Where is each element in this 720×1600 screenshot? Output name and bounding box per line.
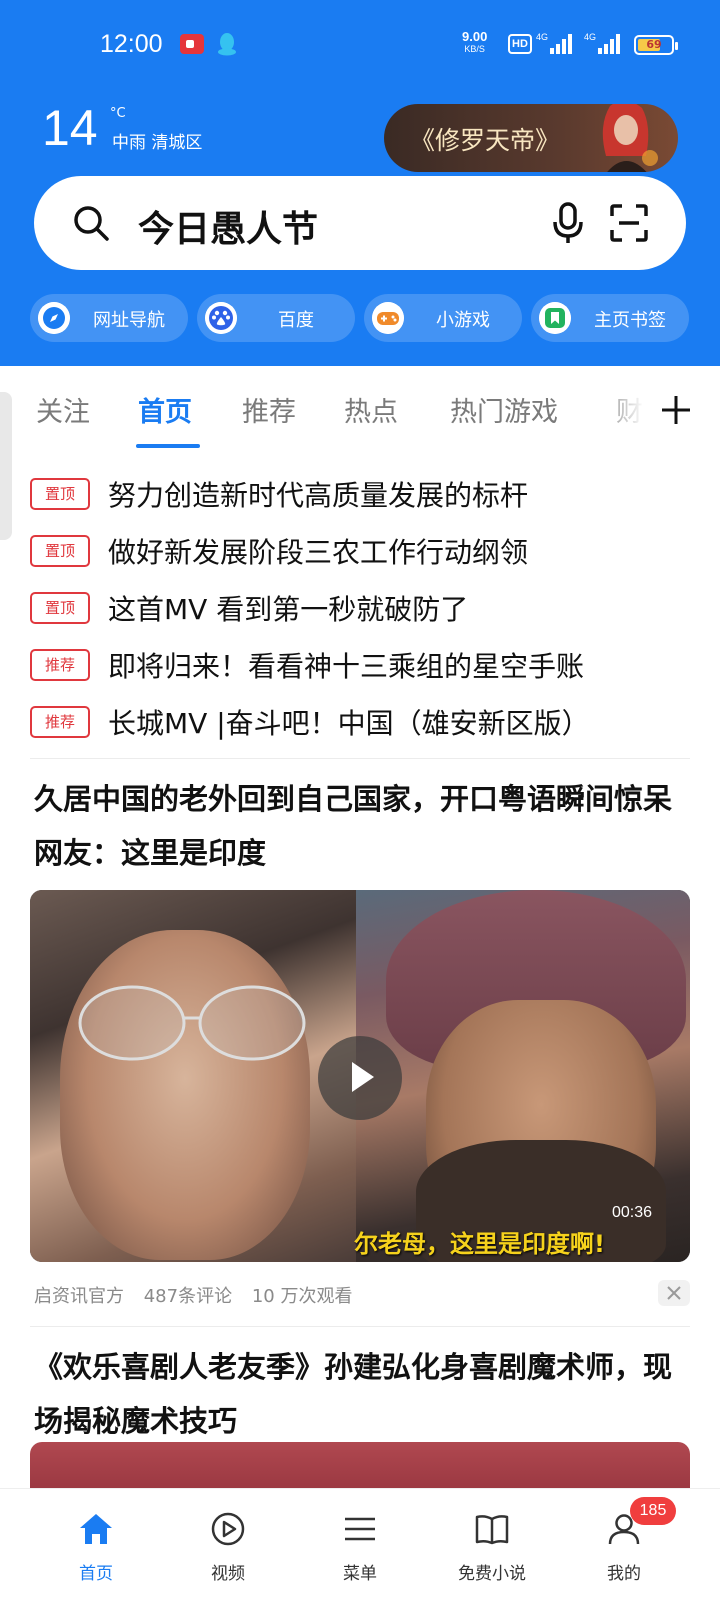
book-icon	[475, 1515, 509, 1545]
nav-label: 首页	[79, 1564, 113, 1584]
microphone-icon[interactable]	[552, 202, 584, 244]
recommend-tag: 推荐	[30, 649, 90, 681]
shortcut-label: 网址导航	[93, 310, 165, 331]
nav-menu[interactable]: 菜单	[288, 1489, 432, 1600]
nav-free-novels[interactable]: 免费小说	[420, 1489, 564, 1600]
tab-fade	[596, 374, 644, 450]
shortcut-label: 主页书签	[594, 310, 666, 331]
battery-level: 69	[646, 38, 662, 51]
pinned-tag: 置顶	[30, 592, 90, 624]
headline-item[interactable]: 推荐 即将归来！看看神十三乘组的星空手账	[30, 641, 690, 685]
gamepad-icon	[372, 302, 404, 334]
article-meta: 启资讯官方 487条评论 10 万次观看	[34, 1282, 366, 1308]
headline-text: 即将归来！看看神十三乘组的星空手账	[108, 650, 585, 683]
shortcut-mini-games[interactable]: 小游戏	[364, 294, 522, 342]
shortcut-baidu[interactable]: 百度	[197, 294, 355, 342]
video-thumbnail[interactable]: 00:36 尔老母，这里是印度啊!	[30, 890, 690, 1262]
shortcut-bookmarks[interactable]: 主页书签	[531, 294, 689, 342]
recommend-tag: 推荐	[30, 706, 90, 738]
status-time: 12:00	[100, 30, 163, 58]
video-duration: 00:36	[611, 1204, 652, 1221]
compass-icon	[38, 302, 70, 334]
headline-text: 努力创造新时代高质量发展的标杆	[108, 479, 529, 512]
article-title[interactable]: 久居中国的老外回到自己国家，开口粤语瞬间惊呆网友：这里是印度	[34, 772, 694, 880]
search-input[interactable]: 今日愚人节	[138, 200, 318, 252]
headline-item[interactable]: 推荐 长城MV |奋斗吧！中国（雄安新区版）	[30, 698, 690, 742]
net-speed: 9.00 KB/S	[462, 30, 487, 56]
search-icon	[74, 206, 109, 241]
tab-follow[interactable]: 关注	[36, 390, 90, 429]
headline-item[interactable]: 置顶 做好新发展阶段三农工作行动纲领	[30, 527, 690, 571]
status-bar: 12:00 9.00 KB/S HD 4G 4G 69	[0, 0, 720, 90]
notification-badge: 185	[630, 1497, 676, 1525]
nav-label: 我的	[607, 1564, 641, 1584]
home-icon	[80, 1514, 112, 1544]
article-views: 10 万次观看	[251, 1286, 353, 1307]
signal-icon-2: 4G	[584, 32, 620, 54]
shortcut-label: 小游戏	[436, 310, 490, 331]
signal1-label: 4G	[536, 32, 548, 42]
promo-banner[interactable]: 《修罗天帝》	[384, 104, 678, 172]
net-speed-unit: KB/S	[464, 44, 485, 54]
nav-home[interactable]: 首页	[24, 1489, 168, 1600]
add-channel-icon[interactable]	[660, 394, 692, 426]
shortcut-bar: 网址导航 百度 小游戏 主页书签	[30, 294, 690, 342]
article-source[interactable]: 启资讯官方	[34, 1286, 124, 1307]
weather-unit: °C	[110, 106, 126, 121]
search-bar[interactable]: 今日愚人节	[34, 176, 686, 270]
tab-home[interactable]: 首页	[138, 390, 192, 429]
weather-temperature: 14	[42, 100, 98, 156]
menu-icon	[345, 1517, 375, 1541]
nav-video[interactable]: 视频	[156, 1489, 300, 1600]
signal2-label: 4G	[584, 32, 596, 42]
headline-text: 做好新发展阶段三农工作行动纲领	[108, 536, 529, 569]
play-button[interactable]	[318, 1036, 402, 1120]
divider	[30, 758, 690, 759]
channel-tabs: 关注 首页 推荐 热点 热门游戏 财	[0, 374, 720, 450]
nav-label: 菜单	[343, 1564, 377, 1584]
headline-text: 这首MV 看到第一秒就破防了	[108, 593, 469, 626]
screen-record-icon	[180, 34, 204, 54]
dismiss-icon[interactable]	[658, 1280, 690, 1306]
play-circle-icon	[211, 1512, 245, 1546]
active-tab-indicator	[136, 444, 200, 448]
weather-description: 中雨 清城区	[112, 133, 203, 153]
bookmark-icon	[539, 302, 571, 334]
pinned-tag: 置顶	[30, 535, 90, 567]
video-frame-left	[30, 890, 356, 1262]
nav-label: 免费小说	[458, 1564, 526, 1584]
shortcut-url-nav[interactable]: 网址导航	[30, 294, 188, 342]
nav-label: 视频	[211, 1564, 245, 1584]
glasses-shape	[78, 985, 306, 1061]
qq-penguin-icon	[218, 33, 236, 56]
nav-mine[interactable]: 185 我的	[552, 1489, 696, 1600]
baidu-paw-icon	[205, 302, 237, 334]
tab-recommend[interactable]: 推荐	[242, 390, 296, 429]
shortcut-label: 百度	[278, 310, 314, 331]
tab-hot-games[interactable]: 热门游戏	[450, 390, 558, 429]
article-comments: 487条评论	[143, 1286, 233, 1307]
promo-title: 《修罗天帝》	[410, 126, 561, 155]
headline-item[interactable]: 置顶 努力创造新时代高质量发展的标杆	[30, 470, 690, 514]
signal-icon: 4G	[536, 32, 572, 54]
promo-character-image	[602, 104, 658, 172]
header: 12:00 9.00 KB/S HD 4G 4G 69 14 °C 中雨 清城区…	[0, 0, 720, 366]
headline-item[interactable]: 置顶 这首MV 看到第一秒就破防了	[30, 584, 690, 628]
video-subtitle: 尔老母，这里是印度啊!	[354, 1230, 605, 1258]
scan-icon[interactable]	[610, 204, 648, 242]
article-title[interactable]: 《欢乐喜剧人老友季》孙建弘化身喜剧魔术师，现场揭秘魔术技巧	[34, 1340, 694, 1448]
weather-widget[interactable]: 14 °C 中雨 清城区	[42, 100, 202, 156]
pinned-tag: 置顶	[30, 478, 90, 510]
headline-text: 长城MV |奋斗吧！中国（雄安新区版）	[108, 707, 590, 740]
bottom-navigation: 首页 视频 菜单 免费小说 185 我的	[0, 1488, 720, 1600]
battery-icon: 69	[634, 35, 678, 55]
net-speed-value: 9.00	[462, 29, 488, 44]
tab-hot[interactable]: 热点	[344, 390, 398, 429]
divider	[30, 1326, 690, 1327]
hd-voice-icon: HD	[508, 34, 532, 54]
